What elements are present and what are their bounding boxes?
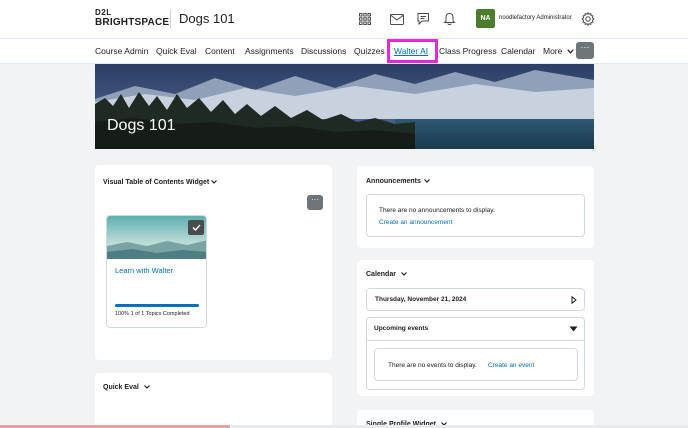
walter-ai-highlight xyxy=(387,39,438,63)
chevron-down-icon[interactable] xyxy=(210,178,218,186)
module-card[interactable]: Learn with Walter 100% 1 of 1 Topics Com… xyxy=(106,215,207,328)
course-banner: Dogs 101 xyxy=(95,64,594,149)
widget-menu-button[interactable]: ··· xyxy=(307,195,323,210)
calendar-date-row[interactable]: Thursday, November 21, 2024 xyxy=(366,288,585,311)
visual-toc-title[interactable]: Visual Table of Contents Widget xyxy=(103,178,209,187)
divider xyxy=(367,340,584,341)
gear-icon[interactable] xyxy=(578,9,598,29)
banner-image xyxy=(95,64,594,149)
chevron-down-icon[interactable] xyxy=(400,270,408,278)
chevron-down-icon[interactable] xyxy=(143,383,151,391)
banner-title: Dogs 101 xyxy=(107,117,176,134)
logo-brightspace: BRIGHTSPACE xyxy=(95,17,170,28)
progress-fill xyxy=(115,304,199,307)
quick-eval-panel: Quick Eval xyxy=(95,373,332,428)
nav-more[interactable]: More xyxy=(543,46,574,57)
header-divider xyxy=(170,10,171,28)
quick-eval-title[interactable]: Quick Eval xyxy=(103,383,139,392)
upcoming-events-title[interactable]: Upcoming events xyxy=(374,325,428,333)
announcements-box: There are no announcements to display. C… xyxy=(366,194,585,237)
mail-icon[interactable] xyxy=(387,9,407,29)
user-name[interactable]: noodlefactory Administrator xyxy=(499,14,572,22)
nav-content[interactable]: Content xyxy=(205,46,235,57)
brightspace-logo[interactable]: D2L BRIGHTSPACE xyxy=(95,8,169,30)
calendar-title[interactable]: Calendar xyxy=(366,270,396,279)
create-announcement-link[interactable]: Create an announcement xyxy=(379,219,452,227)
bell-icon[interactable] xyxy=(439,9,459,29)
progress-bar xyxy=(115,304,199,307)
caret-down-icon[interactable] xyxy=(569,326,578,332)
announcements-title[interactable]: Announcements xyxy=(366,177,421,186)
calendar-panel: Calendar Thursday, November 21, 2024 Upc… xyxy=(357,260,594,396)
chevron-down-icon[interactable] xyxy=(423,177,431,185)
nav-quick-eval[interactable]: Quick Eval xyxy=(156,46,197,57)
events-empty-text: There are no events to display. xyxy=(388,362,477,369)
events-empty-box: There are no events to display. Create a… xyxy=(374,348,578,381)
announcements-panel: Announcements There are no announcements… xyxy=(357,166,594,248)
nav-discussions[interactable]: Discussions xyxy=(301,46,346,57)
avatar[interactable]: NA xyxy=(476,9,495,28)
nav-more-label: More xyxy=(543,46,563,56)
upcoming-events-box: Upcoming events There are no events to d… xyxy=(366,317,585,390)
create-event-link[interactable]: Create an event xyxy=(488,362,534,370)
completed-check-icon xyxy=(188,220,204,235)
nav-course-admin[interactable]: Course Admin xyxy=(95,46,148,57)
nav-class-progress[interactable]: Class Progress xyxy=(439,46,497,57)
nav-quizzes[interactable]: Quizzes xyxy=(354,46,385,57)
announcements-empty-text: There are no announcements to display. xyxy=(379,207,495,214)
course-title[interactable]: Dogs 101 xyxy=(179,10,235,28)
chat-icon[interactable] xyxy=(413,9,433,29)
top-header: D2L BRIGHTSPACE Dogs 101 NA noodlefactor… xyxy=(0,0,688,38)
nav-assignments[interactable]: Assignments xyxy=(245,46,294,57)
calendar-date: Thursday, November 21, 2024 xyxy=(375,296,467,303)
nav-overflow-button[interactable]: ··· xyxy=(576,42,594,59)
card-title[interactable]: Learn with Walter xyxy=(115,266,173,275)
chevron-right-icon[interactable] xyxy=(571,296,577,304)
app-grid-icon[interactable] xyxy=(355,9,375,29)
logo-d2l: D2L xyxy=(95,8,112,17)
nav-calendar[interactable]: Calendar xyxy=(501,46,536,57)
chevron-down-icon xyxy=(567,49,574,54)
progress-text: 100% 1 of 1 Topics Completed xyxy=(115,311,190,317)
